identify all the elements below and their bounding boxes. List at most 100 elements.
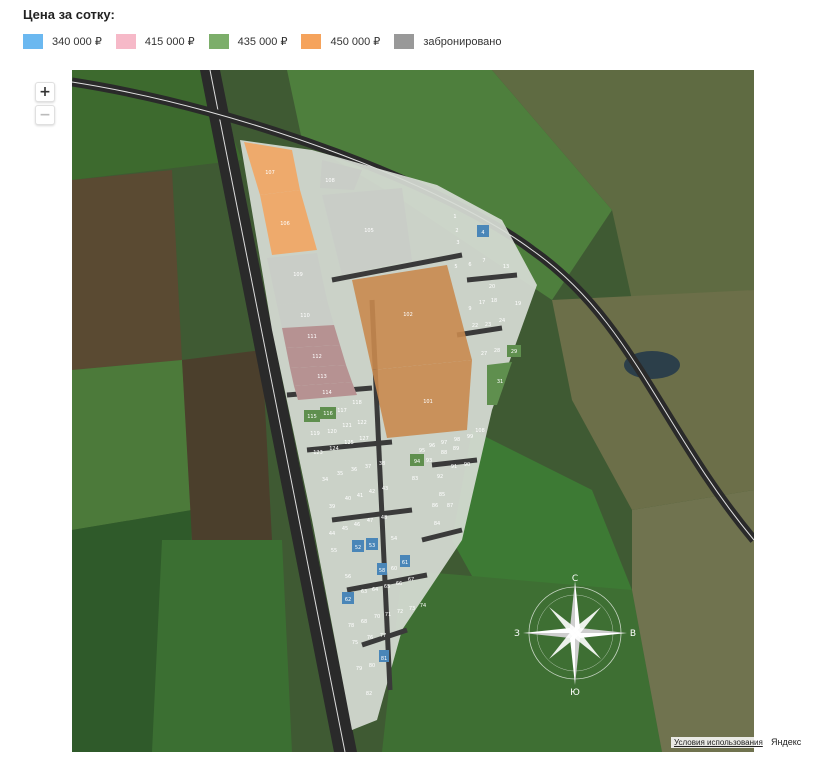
plot-label-88: 88 — [441, 450, 447, 456]
legend-swatch-green — [208, 34, 229, 49]
plot-label-91: 91 — [451, 464, 457, 470]
plot-label-27: 27 — [481, 351, 487, 357]
satellite-map[interactable]: 107 106 108 105 109 110 111 112 113 114 … — [72, 70, 754, 752]
plot-label-121: 121 — [342, 423, 352, 429]
plot-label-89: 89 — [453, 446, 459, 452]
plot-label-56: 56 — [345, 574, 351, 580]
map-brand-logo: Яндекс — [769, 737, 804, 747]
field — [72, 170, 182, 370]
zoom-in-button[interactable]: + — [35, 82, 55, 102]
plot-label-7: 7 — [482, 258, 485, 264]
plot-label-96: 96 — [429, 443, 435, 449]
plot-label-109: 109 — [293, 272, 303, 278]
legend-label: 340 000 ₽ — [52, 36, 102, 48]
plot-label-108b: 108 — [475, 428, 485, 434]
plot-label-58: 58 — [379, 568, 385, 574]
plot-label-39: 39 — [329, 504, 335, 510]
plot-label-78: 78 — [348, 623, 354, 629]
legend-item-reserved: забронировано — [394, 34, 502, 49]
plot-label-18: 18 — [491, 298, 497, 304]
plot-label-1: 1 — [453, 214, 456, 220]
legend-item-435000: 435 000 ₽ — [208, 34, 288, 49]
plot-label-98: 98 — [454, 437, 460, 443]
plot-label-62: 62 — [345, 597, 351, 603]
plot-label-66: 66 — [396, 581, 402, 587]
plot-label-92: 92 — [437, 474, 443, 480]
plot-label-53: 53 — [369, 543, 375, 549]
plot-label-63: 63 — [361, 589, 367, 595]
plot-label-68: 68 — [361, 619, 367, 625]
plot-label-20: 20 — [489, 284, 495, 290]
legend-label: 435 000 ₽ — [237, 36, 288, 48]
zoom-out-button[interactable]: − — [35, 105, 55, 125]
plot-label-107: 107 — [265, 170, 275, 176]
plot-label-4: 4 — [481, 230, 484, 236]
terms-of-use-link[interactable]: Условия использования — [671, 737, 766, 748]
plot-label-73: 73 — [409, 606, 415, 612]
plot-label-105: 105 — [364, 228, 374, 234]
plot-label-70: 70 — [374, 614, 380, 620]
plot-label-67: 67 — [408, 577, 414, 583]
legend-label: 415 000 ₽ — [144, 36, 195, 48]
plot-label-3: 3 — [456, 240, 459, 246]
plot-label-110: 110 — [300, 313, 310, 319]
plot-label-31: 31 — [497, 379, 503, 385]
plot-label-87: 87 — [447, 503, 453, 509]
plot-label-97: 97 — [441, 440, 447, 446]
plot-label-29: 29 — [511, 349, 517, 355]
plot-label-23: 23 — [485, 322, 491, 328]
plot-label-118: 118 — [352, 400, 362, 406]
field — [152, 540, 292, 752]
plot-label-83: 83 — [412, 476, 418, 482]
plot-label-81: 81 — [381, 656, 387, 662]
plot-label-82: 82 — [366, 691, 372, 697]
plot-label-123: 123 — [313, 450, 323, 456]
plot-label-80: 80 — [369, 663, 375, 669]
plot-label-102: 102 — [403, 312, 413, 318]
plot-label-5: 5 — [454, 264, 457, 270]
field — [382, 570, 662, 752]
plot-label-79: 79 — [356, 666, 362, 672]
plot-label-111: 111 — [307, 334, 317, 340]
field — [72, 360, 192, 530]
plot-101[interactable] — [372, 360, 472, 438]
plot-109[interactable] — [267, 253, 327, 305]
plot-label-41: 41 — [357, 493, 363, 499]
legend-item-415000: 415 000 ₽ — [115, 34, 195, 49]
plot-label-6: 6 — [468, 262, 471, 268]
plot-label-9: 9 — [468, 306, 471, 312]
legend-swatch-pink — [115, 34, 136, 49]
plot-label-28: 28 — [494, 348, 500, 354]
plot-label-71: 71 — [385, 612, 391, 618]
plot-label-22: 22 — [472, 323, 478, 329]
plot-label-124: 124 — [329, 446, 339, 452]
plot-label-64: 64 — [372, 587, 378, 593]
legend-swatch-orange — [301, 34, 322, 49]
plot-label-65: 65 — [384, 584, 390, 590]
compass-west: З — [514, 629, 520, 639]
plot-label-94: 94 — [414, 459, 420, 465]
plot-label-13: 13 — [503, 264, 509, 270]
plot-label-42: 42 — [369, 489, 375, 495]
field — [182, 350, 272, 540]
plot-label-60: 60 — [391, 566, 397, 572]
plot-label-24: 24 — [499, 318, 505, 324]
plot-label-38: 38 — [379, 461, 385, 467]
plot-label-72: 72 — [397, 609, 403, 615]
plot-label-76: 76 — [367, 635, 373, 641]
plot-label-47: 47 — [367, 518, 373, 524]
plot-label-74: 74 — [420, 603, 426, 609]
plot-label-35: 35 — [337, 471, 343, 477]
plot-label-34: 34 — [322, 477, 328, 483]
plot-label-43: 43 — [382, 486, 388, 492]
plot-label-115: 115 — [307, 414, 317, 420]
plot-label-112: 112 — [312, 354, 322, 360]
price-title: Цена за сотку: — [23, 7, 115, 22]
plot-label-113: 113 — [317, 374, 327, 380]
map-canvas[interactable]: 107 106 108 105 109 110 111 112 113 114 … — [72, 70, 754, 752]
plot-label-93: 93 — [426, 458, 432, 464]
plot-label-46: 46 — [354, 522, 360, 528]
plot-label-85: 85 — [439, 492, 445, 498]
plot-label-119: 119 — [310, 431, 320, 437]
plot-label-90: 90 — [464, 462, 470, 468]
